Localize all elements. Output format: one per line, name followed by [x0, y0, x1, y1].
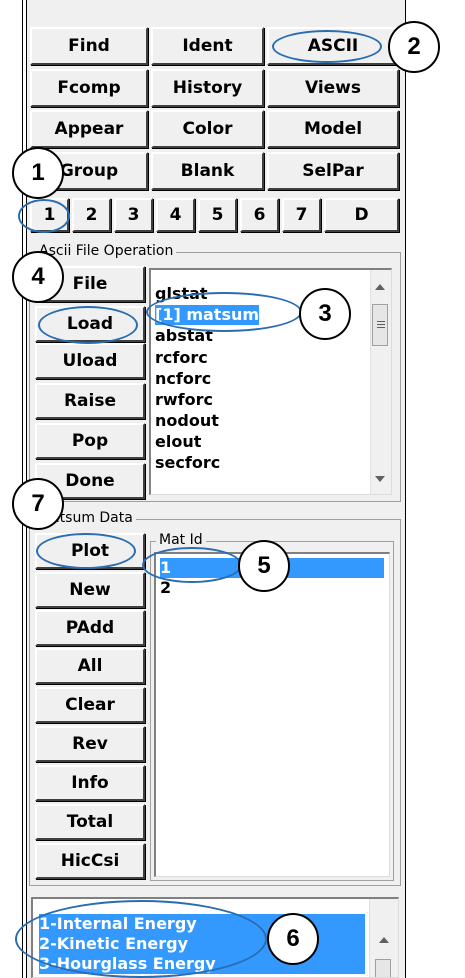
padd-button[interactable]: PAdd	[35, 610, 145, 646]
pop-button[interactable]: Pop	[35, 423, 145, 459]
callout-4: 4	[12, 251, 64, 303]
scroll-thumb[interactable]	[372, 304, 388, 346]
scroll-up-arrow-icon[interactable]	[379, 937, 389, 943]
views-button[interactable]: Views	[267, 69, 399, 107]
rev-button[interactable]: Rev	[35, 726, 145, 762]
matsum-highlight-oval	[146, 292, 302, 332]
list-item[interactable]: rcforc	[155, 348, 208, 368]
total-button[interactable]: Total	[35, 804, 145, 840]
page-tab-3[interactable]: 3	[114, 198, 153, 232]
all-button[interactable]: All	[35, 648, 145, 684]
find-button[interactable]: Find	[30, 27, 148, 65]
ident-button[interactable]: Ident	[151, 27, 264, 65]
mat-id-list[interactable]: 1 2	[154, 552, 390, 877]
ascii-group-title: Ascii File Operation	[36, 243, 177, 259]
page-tab-2[interactable]: 2	[72, 198, 111, 232]
callout-2: 2	[388, 21, 440, 73]
blank-button[interactable]: Blank	[151, 152, 264, 190]
page-tab-7[interactable]: 7	[282, 198, 321, 232]
scroll-up-arrow-icon[interactable]	[375, 284, 385, 290]
grip-line	[377, 327, 385, 328]
color-button[interactable]: Color	[151, 110, 264, 148]
fcomp-button[interactable]: Fcomp	[30, 69, 148, 107]
matid-highlight-oval	[142, 547, 242, 583]
callout-7: 7	[12, 478, 64, 530]
list-item[interactable]: secforc	[155, 453, 220, 473]
raise-button[interactable]: Raise	[35, 383, 145, 419]
new-button[interactable]: New	[35, 572, 145, 608]
uload-button[interactable]: Uload	[35, 343, 145, 379]
page-tab-5[interactable]: 5	[198, 198, 237, 232]
ascii-highlight-oval	[272, 30, 382, 63]
page-tab-4[interactable]: 4	[156, 198, 195, 232]
info-button[interactable]: Info	[35, 765, 145, 801]
page-1-highlight-oval	[18, 199, 70, 233]
list-item[interactable]: ncforc	[155, 369, 211, 389]
callout-1: 1	[12, 147, 64, 199]
page-tab-d[interactable]: D	[324, 198, 399, 232]
callout-6: 6	[267, 913, 319, 965]
clear-button[interactable]: Clear	[35, 687, 145, 723]
list-item[interactable]: nodout	[155, 411, 219, 431]
mat-id-title: Mat Id	[156, 532, 206, 548]
selpar-button[interactable]: SelPar	[267, 152, 399, 190]
scroll-thumb[interactable]	[375, 959, 391, 977]
components-highlight-oval	[15, 900, 267, 978]
list-item[interactable]: elout	[155, 432, 201, 452]
grip-line	[377, 321, 385, 322]
list-item[interactable]: rwforc	[155, 390, 213, 410]
callout-3: 3	[299, 288, 351, 340]
hiccsi-button[interactable]: HicCsi	[35, 843, 145, 879]
grip-line	[377, 324, 385, 325]
appear-button[interactable]: Appear	[30, 110, 148, 148]
plot-highlight-oval	[36, 533, 136, 569]
scroll-down-arrow-icon[interactable]	[375, 476, 385, 482]
load-highlight-oval	[38, 306, 138, 344]
ascii-list-scrollbar[interactable]	[370, 270, 391, 494]
page-tab-6[interactable]: 6	[240, 198, 279, 232]
history-button[interactable]: History	[151, 69, 264, 107]
model-button[interactable]: Model	[267, 110, 399, 148]
callout-5: 5	[238, 540, 290, 592]
component-list-scrollbar[interactable]	[369, 899, 398, 977]
